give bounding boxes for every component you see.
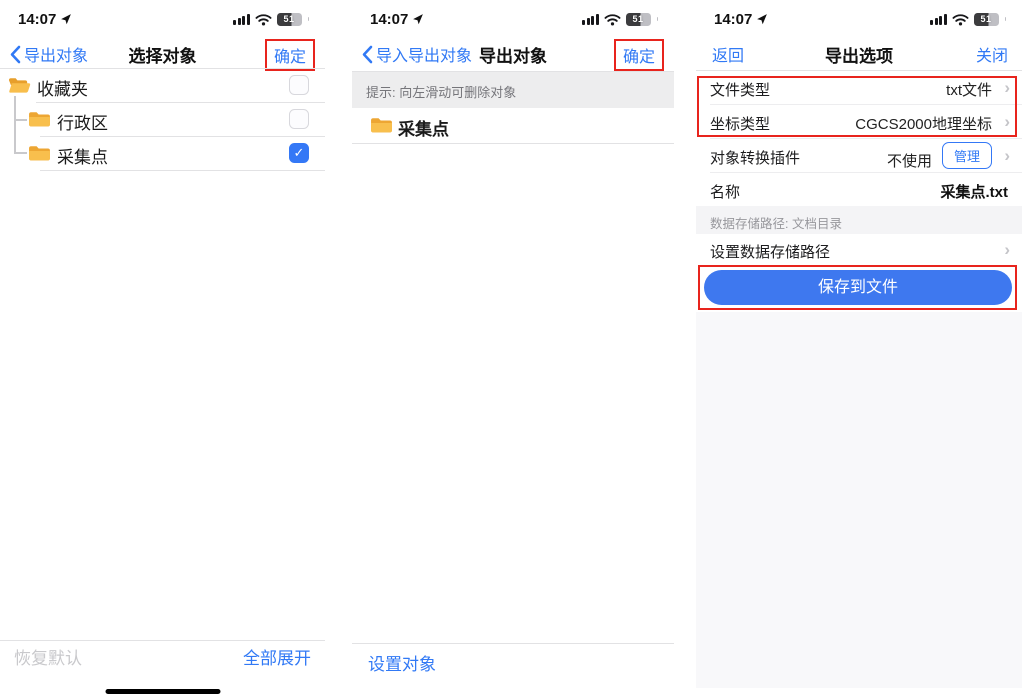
folder-open-icon (8, 76, 31, 94)
confirm-button[interactable]: 确定 (614, 39, 664, 71)
time-text: 14:07 (370, 11, 408, 28)
status-icons: 51 (930, 13, 1006, 26)
chevron-right-icon: › (1004, 147, 1010, 164)
location-arrow-icon (60, 13, 72, 25)
page-background (696, 312, 1022, 688)
nav-bar: 导入导出对象 导出对象 确定 (352, 38, 674, 70)
expand-all-button[interactable]: 全部展开 (243, 644, 311, 669)
tree-row-collection-points[interactable]: 采集点 ✓ (0, 136, 325, 170)
clock: 14:07 (18, 11, 72, 28)
battery-percent: 51 (626, 13, 651, 26)
row-set-storage-path[interactable]: 设置数据存储路径 › (696, 234, 1022, 264)
location-arrow-icon (756, 13, 768, 25)
home-indicator[interactable] (105, 689, 220, 695)
divider (352, 643, 674, 644)
row-conversion-plugin[interactable]: 对象转换插件 不使用 管理 › (696, 138, 1022, 172)
status-bar: 14:07 51 (352, 8, 674, 30)
row-label: 坐标类型 (710, 113, 770, 134)
chevron-right-icon: › (1004, 79, 1010, 96)
folder-icon (28, 144, 51, 162)
row-label: 名称 (710, 181, 740, 202)
screen-export-options: 14:07 51 返回 导出选项 关闭 文件类型 txt文件 (696, 0, 1022, 697)
nav-bar: 返回 导出选项 关闭 (696, 38, 1022, 70)
signal-icon (930, 14, 947, 25)
wifi-icon (255, 13, 272, 26)
chevron-right-icon: › (1004, 113, 1010, 130)
clock: 14:07 (370, 11, 424, 28)
save-to-file-button[interactable]: 保存到文件 (704, 270, 1012, 305)
tree-label: 采集点 (57, 143, 108, 168)
divider (352, 143, 674, 144)
section-header-text: 数据存储路径: 文档目录 (710, 213, 842, 232)
battery-nub (308, 17, 310, 21)
divider (0, 640, 325, 641)
confirm-button[interactable]: 确定 (265, 39, 315, 71)
row-label: 设置数据存储路径 (710, 241, 830, 262)
status-bar: 14:07 51 (696, 8, 1022, 30)
nav-bar: 导出对象 选择对象 确定 (0, 38, 325, 70)
manage-button[interactable]: 管理 (942, 142, 992, 169)
screen-export-objects: 14:07 51 导入导出对象 导出对象 确定 (352, 0, 674, 697)
tree-label: 行政区 (57, 109, 108, 134)
folder-icon (28, 110, 51, 128)
row-value: 不使用 (887, 150, 932, 171)
tree-row-favorites[interactable]: 收藏夹 (0, 68, 325, 102)
time-text: 14:07 (714, 11, 752, 28)
battery-icon: 51 (626, 13, 651, 26)
list-item-label: 采集点 (398, 115, 449, 140)
row-name[interactable]: 名称 采集点.txt (696, 172, 1022, 206)
row-label: 对象转换插件 (710, 147, 800, 168)
row-value: txt文件 (946, 79, 992, 100)
row-file-type[interactable]: 文件类型 txt文件 › (696, 70, 1022, 104)
row-coordinate-type[interactable]: 坐标类型 CGCS2000地理坐标 › (696, 104, 1022, 138)
tip-banner: 提示: 向左滑动可删除对象 (352, 72, 674, 108)
status-icons: 51 (582, 13, 658, 26)
chevron-right-icon: › (1004, 241, 1010, 258)
tree-connector-horizontal (14, 152, 27, 154)
time-text: 14:07 (18, 11, 56, 28)
location-arrow-icon (412, 13, 424, 25)
battery-icon: 51 (277, 13, 302, 26)
section-header-storage-path: 数据存储路径: 文档目录 (696, 206, 1022, 234)
signal-icon (582, 14, 599, 25)
list-item-collection-points[interactable]: 采集点 (352, 108, 674, 143)
battery-nub (657, 17, 659, 21)
checkbox-unchecked[interactable] (289, 109, 309, 129)
battery-percent: 51 (974, 13, 999, 26)
row-value: CGCS2000地理坐标 (855, 113, 992, 134)
folder-icon (370, 116, 393, 134)
tree-connector-vertical (14, 96, 16, 153)
checkbox-unchecked[interactable] (289, 75, 309, 95)
tip-text: 提示: 向左滑动可删除对象 (366, 82, 516, 101)
tree-row-admin-region[interactable]: 行政区 (0, 102, 325, 136)
tree-label: 收藏夹 (37, 75, 88, 100)
signal-icon (233, 14, 250, 25)
screenshot-canvas: 14:07 51 导出对象 选择对象 确定 (0, 0, 1024, 697)
wifi-icon (604, 13, 621, 26)
screen-select-objects: 14:07 51 导出对象 选择对象 确定 (0, 0, 325, 697)
row-value: 采集点.txt (940, 181, 1008, 202)
close-button[interactable]: 关闭 (976, 42, 1008, 66)
status-bar: 14:07 51 (0, 8, 325, 30)
restore-default-button[interactable]: 恢复默认 (14, 644, 82, 669)
tree-connector-horizontal (14, 119, 27, 121)
wifi-icon (952, 13, 969, 26)
status-icons: 51 (233, 13, 309, 26)
battery-icon: 51 (974, 13, 999, 26)
battery-nub (1005, 17, 1007, 21)
clock: 14:07 (714, 11, 768, 28)
divider (40, 170, 325, 171)
set-objects-button[interactable]: 设置对象 (368, 650, 436, 675)
checkbox-checked[interactable]: ✓ (289, 143, 309, 163)
row-label: 文件类型 (710, 79, 770, 100)
battery-percent: 51 (277, 13, 302, 26)
page-title: 导出选项 (696, 42, 1022, 67)
